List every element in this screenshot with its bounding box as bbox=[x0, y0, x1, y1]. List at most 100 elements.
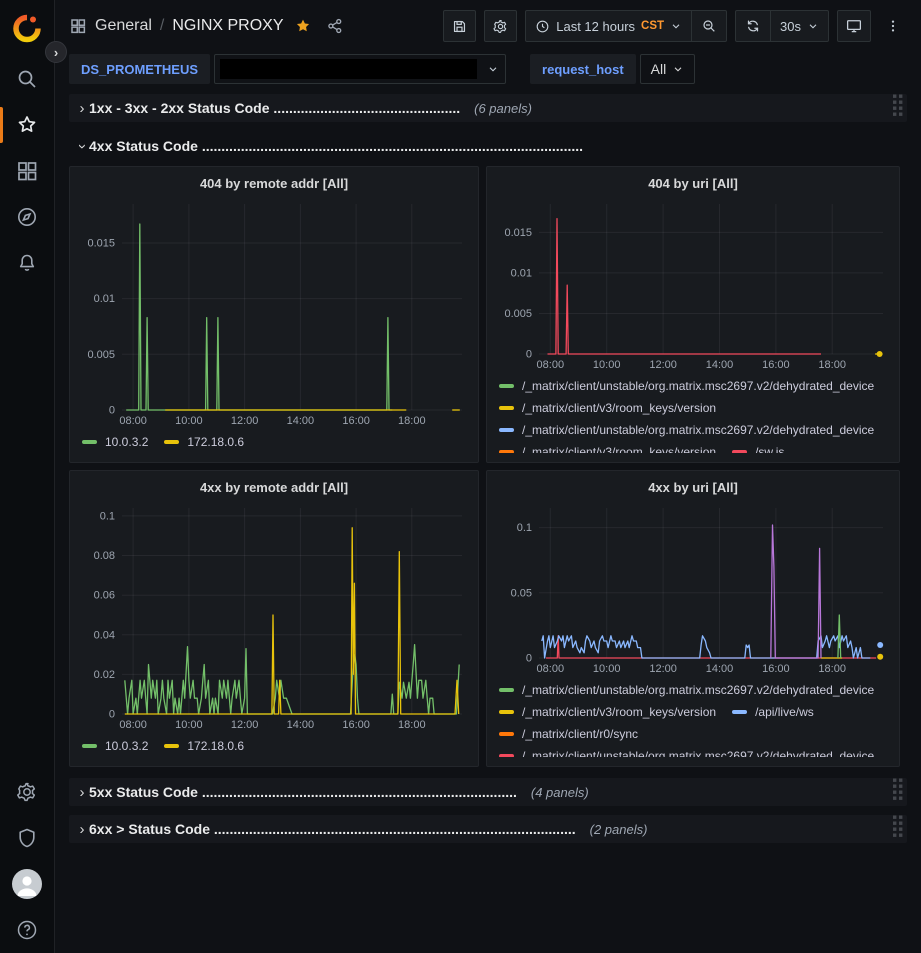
sidebar-item-server-admin[interactable] bbox=[0, 815, 55, 861]
svg-text:14:00: 14:00 bbox=[287, 415, 315, 427]
panel-4xx-by-remote-addr[interactable]: 4xx by remote addr [All] 00.020.040.060.… bbox=[69, 470, 479, 767]
sidebar-item-configuration[interactable] bbox=[0, 769, 55, 815]
legend-item[interactable]: 172.18.0.6 bbox=[164, 435, 244, 449]
legend-label: 172.18.0.6 bbox=[187, 435, 244, 449]
save-dashboard-button[interactable] bbox=[443, 10, 476, 42]
sidebar-item-search[interactable] bbox=[0, 56, 55, 102]
legend-item[interactable]: 10.0.3.2 bbox=[82, 739, 148, 753]
panel-title[interactable]: 4xx by uri [All] bbox=[495, 476, 891, 500]
legend-label: /_matrix/client/r0/sync bbox=[522, 727, 638, 741]
request-host-variable-label[interactable]: request_host bbox=[530, 54, 636, 84]
row-drag-handle[interactable] bbox=[893, 816, 903, 843]
kiosk-mode-button[interactable] bbox=[837, 10, 871, 42]
chevron-down-icon: › bbox=[75, 138, 89, 155]
legend-row: /_matrix/client/r0/sync bbox=[495, 723, 891, 745]
zoom-out-icon bbox=[701, 18, 717, 34]
svg-text:10:00: 10:00 bbox=[175, 415, 203, 427]
refresh-interval-dropdown[interactable]: 30s bbox=[770, 11, 828, 41]
legend-swatch bbox=[499, 384, 514, 388]
svg-text:0: 0 bbox=[526, 349, 532, 361]
sidebar-item-profile[interactable] bbox=[0, 861, 55, 907]
panel-4xx-by-uri[interactable]: 4xx by uri [All] 00.050.108:0010:0012:00… bbox=[486, 470, 900, 767]
time-zoom-out-button[interactable] bbox=[691, 11, 726, 41]
legend-item[interactable]: /_matrix/client/unstable/org.matrix.msc2… bbox=[499, 683, 874, 697]
svg-text:18:00: 18:00 bbox=[818, 663, 846, 675]
chevron-down-icon bbox=[670, 20, 682, 32]
row-panel-count: (6 panels) bbox=[474, 101, 532, 116]
sidebar bbox=[0, 0, 55, 953]
more-options-button[interactable] bbox=[879, 10, 907, 42]
row-title-dots: ........................................… bbox=[273, 100, 460, 116]
legend-label: /_matrix/client/v3/room_keys/version bbox=[522, 401, 716, 415]
request-host-value-dropdown[interactable]: All bbox=[640, 54, 696, 84]
row-title: 5xx Status Code bbox=[89, 784, 198, 800]
legend-row: /_matrix/client/unstable/org.matrix.msc2… bbox=[495, 375, 891, 397]
sidebar-item-dashboards[interactable] bbox=[0, 148, 55, 194]
panel-title[interactable]: 404 by uri [All] bbox=[495, 172, 891, 196]
legend-label: /_matrix/client/v3/room_keys/version bbox=[522, 445, 716, 453]
svg-text:10:00: 10:00 bbox=[593, 359, 621, 371]
row-1xx-3xx-2xx[interactable]: › 1xx - 3xx - 2xx Status Code ..........… bbox=[69, 94, 907, 122]
timezone-label: CST bbox=[641, 20, 664, 32]
breadcrumb-section[interactable]: General bbox=[95, 17, 152, 35]
svg-text:16:00: 16:00 bbox=[342, 719, 370, 731]
svg-text:12:00: 12:00 bbox=[231, 719, 259, 731]
row-4xx[interactable]: › 4xx Status Code ......................… bbox=[69, 134, 907, 158]
chart-legend: /_matrix/client/unstable/org.matrix.msc2… bbox=[495, 679, 891, 757]
sidebar-item-explore[interactable] bbox=[0, 194, 55, 240]
svg-text:18:00: 18:00 bbox=[818, 359, 846, 371]
row-drag-handle[interactable] bbox=[893, 779, 903, 806]
legend-item[interactable]: /sw.js bbox=[732, 445, 784, 453]
legend-item[interactable]: /_matrix/client/v3/room_keys/version bbox=[499, 401, 716, 415]
legend-label: /sw.js bbox=[755, 445, 784, 453]
sidebar-item-alerting[interactable] bbox=[0, 240, 55, 286]
svg-text:12:00: 12:00 bbox=[649, 663, 677, 675]
legend-swatch bbox=[164, 744, 179, 748]
legend-item[interactable]: /_matrix/client/v3/room_keys/version bbox=[499, 705, 716, 719]
row-drag-handle[interactable] bbox=[893, 95, 903, 122]
datasource-value-dropdown[interactable] bbox=[214, 54, 506, 84]
panel-404-by-remote-addr[interactable]: 404 by remote addr [All] 00.0050.010.015… bbox=[69, 166, 479, 463]
refresh-button[interactable] bbox=[736, 11, 770, 41]
svg-text:0.01: 0.01 bbox=[511, 267, 532, 279]
time-picker-group: Last 12 hours CST bbox=[525, 10, 727, 42]
legend-item[interactable]: /_matrix/client/unstable/org.matrix.msc2… bbox=[499, 423, 874, 437]
legend-item[interactable]: /_matrix/client/r0/sync bbox=[499, 727, 638, 741]
panel-404-by-uri[interactable]: 404 by uri [All] 00.0050.010.01508:0010:… bbox=[486, 166, 900, 463]
panel-title[interactable]: 404 by remote addr [All] bbox=[78, 172, 470, 196]
row-title-dots: ........................................… bbox=[214, 821, 576, 837]
chevron-right-icon: › bbox=[75, 821, 89, 838]
time-range-picker[interactable]: Last 12 hours CST bbox=[526, 11, 691, 41]
row-title-dots: ........................................… bbox=[202, 784, 517, 800]
share-icon[interactable] bbox=[326, 17, 344, 35]
legend-row: /_matrix/client/v3/room_keys/version/api… bbox=[495, 701, 891, 723]
row-6xx[interactable]: › 6xx > Status Code ....................… bbox=[69, 815, 907, 843]
chart-legend: 10.0.3.2 172.18.0.6 bbox=[78, 431, 470, 453]
sidebar-item-starred[interactable] bbox=[0, 102, 55, 148]
legend-item[interactable]: 10.0.3.2 bbox=[82, 435, 148, 449]
svg-text:18:00: 18:00 bbox=[398, 719, 426, 731]
svg-text:16:00: 16:00 bbox=[342, 415, 370, 427]
dashboard-title[interactable]: NGINX PROXY bbox=[172, 17, 283, 35]
gear-icon bbox=[492, 18, 509, 35]
chart-legend: /_matrix/client/unstable/org.matrix.msc2… bbox=[495, 375, 891, 453]
svg-text:14:00: 14:00 bbox=[287, 719, 315, 731]
row-5xx[interactable]: › 5xx Status Code ......................… bbox=[69, 778, 907, 806]
legend-swatch bbox=[82, 440, 97, 444]
row-title: 1xx - 3xx - 2xx Status Code bbox=[89, 100, 270, 116]
legend-item[interactable]: /_matrix/client/unstable/org.matrix.msc2… bbox=[499, 749, 874, 757]
panel-title[interactable]: 4xx by remote addr [All] bbox=[78, 476, 470, 500]
sidebar-expand-button[interactable]: › bbox=[45, 41, 67, 63]
dashboard-settings-button[interactable] bbox=[484, 10, 517, 42]
svg-text:18:00: 18:00 bbox=[398, 415, 426, 427]
legend-item[interactable]: 172.18.0.6 bbox=[164, 739, 244, 753]
sidebar-item-help[interactable] bbox=[0, 907, 55, 953]
legend-item[interactable]: /_matrix/client/unstable/org.matrix.msc2… bbox=[499, 379, 874, 393]
legend-label: /_matrix/client/v3/room_keys/version bbox=[522, 705, 716, 719]
datasource-variable-label[interactable]: DS_PROMETHEUS bbox=[69, 54, 210, 84]
favorite-star-icon[interactable] bbox=[294, 17, 312, 35]
timeseries-chart: 00.0050.010.01508:0010:0012:0014:0016:00… bbox=[495, 196, 891, 372]
legend-item[interactable]: /api/live/ws bbox=[732, 705, 814, 719]
legend-label: 172.18.0.6 bbox=[187, 739, 244, 753]
legend-item[interactable]: /_matrix/client/v3/room_keys/version bbox=[499, 445, 716, 453]
